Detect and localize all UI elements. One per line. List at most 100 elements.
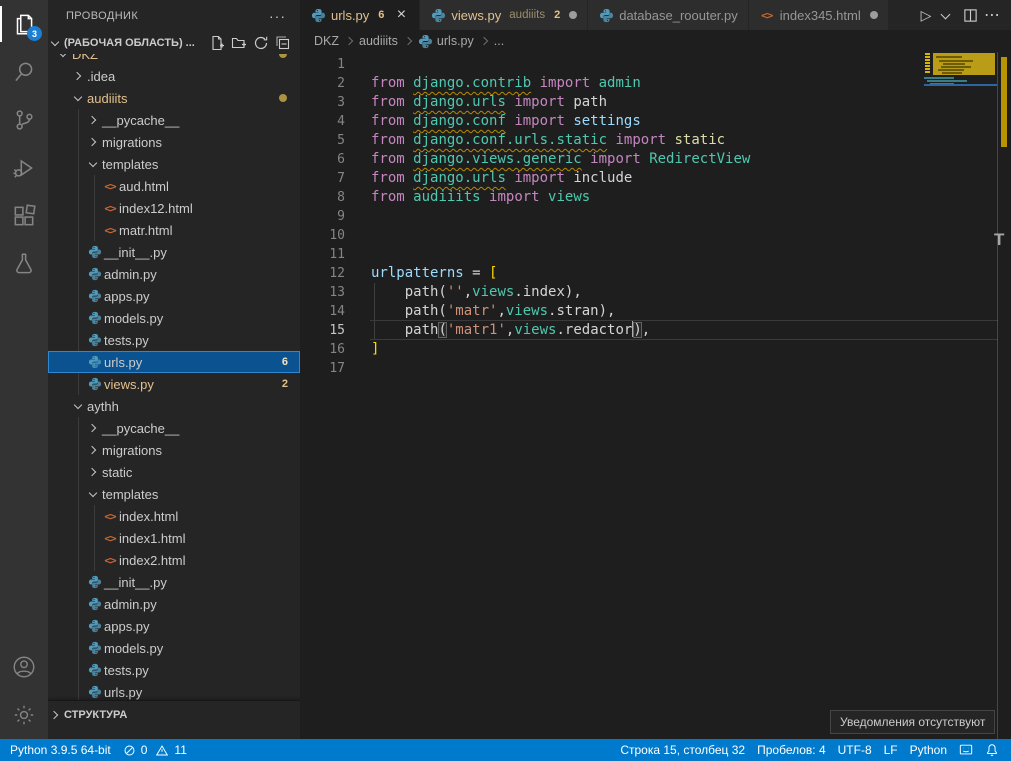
- line-number[interactable]: 14: [300, 302, 345, 321]
- tab-index345-html[interactable]: <> index345.html: [749, 0, 889, 30]
- tree-item-index1-html[interactable]: <>index1.html: [48, 527, 300, 549]
- tree-item-index-html[interactable]: <>index.html: [48, 505, 300, 527]
- tree-item-matr-html[interactable]: <>matr.html: [48, 219, 300, 241]
- sidebar-more-actions-icon[interactable]: ···: [265, 8, 290, 24]
- tree-item--init-py[interactable]: __init__.py: [48, 241, 300, 263]
- new-folder-icon[interactable]: [228, 33, 250, 53]
- line-number[interactable]: 17: [300, 359, 345, 378]
- tree-item-migrations[interactable]: migrations: [48, 439, 300, 461]
- breadcrumb-item[interactable]: urls.py: [437, 34, 474, 48]
- code-line-7[interactable]: 7from django.urls import include: [300, 169, 1011, 188]
- more-actions-icon[interactable]: [981, 4, 1003, 26]
- encoding-status[interactable]: UTF-8: [832, 739, 878, 761]
- line-number[interactable]: 8: [300, 188, 345, 207]
- code-line-13[interactable]: 13 path('',views.index),: [300, 283, 1011, 302]
- split-editor-icon[interactable]: [959, 4, 981, 26]
- code-editor[interactable]: 12from django.contrib import admin3from …: [300, 52, 1011, 739]
- feedback-smiley-icon[interactable]: [953, 739, 979, 761]
- line-number[interactable]: 12: [300, 264, 345, 283]
- tree-item-tests-py[interactable]: tests.py: [48, 659, 300, 681]
- tab-urls-py[interactable]: urls.py 6: [300, 0, 420, 30]
- line-number[interactable]: 10: [300, 226, 345, 245]
- close-icon[interactable]: [393, 7, 409, 23]
- tree-item-admin-py[interactable]: admin.py: [48, 593, 300, 615]
- run-python-file-icon[interactable]: [915, 4, 937, 26]
- explorer-icon[interactable]: 3: [0, 0, 48, 48]
- code-line-5[interactable]: 5from django.conf.urls.static import sta…: [300, 131, 1011, 150]
- code-line-10[interactable]: 10: [300, 226, 1011, 245]
- notifications-bell-icon[interactable]: [979, 739, 1005, 761]
- breadcrumb-item[interactable]: DKZ: [314, 34, 339, 48]
- tree-item-static[interactable]: static: [48, 461, 300, 483]
- testing-icon[interactable]: [0, 240, 48, 288]
- outline-section-header[interactable]: СТРУКТУРА: [48, 700, 300, 739]
- code-line-15[interactable]: 15 path('matr1',views.redactor),: [300, 321, 1011, 340]
- tree-item-index12-html[interactable]: <>index12.html: [48, 197, 300, 219]
- python-interpreter-status[interactable]: Python 3.9.5 64-bit: [4, 739, 117, 761]
- tree-item-templates[interactable]: templates: [48, 483, 300, 505]
- breadcrumb-item[interactable]: audiiits: [359, 34, 398, 48]
- tree-item--pycache-[interactable]: __pycache__: [48, 109, 300, 131]
- tree-item-tests-py[interactable]: tests.py: [48, 329, 300, 351]
- code-line-3[interactable]: 3from django.urls import path: [300, 93, 1011, 112]
- line-number[interactable]: 1: [300, 55, 345, 74]
- code-line-8[interactable]: 8from audiiits import views: [300, 188, 1011, 207]
- cursor-position-status[interactable]: Строка 15, столбец 32: [614, 739, 751, 761]
- minimap[interactable]: [924, 52, 997, 112]
- line-number[interactable]: 4: [300, 112, 345, 131]
- tree-item-urls-py[interactable]: urls.py6: [48, 351, 300, 373]
- code-line-11[interactable]: 11: [300, 245, 1011, 264]
- line-number[interactable]: 3: [300, 93, 345, 112]
- run-and-debug-icon[interactable]: [0, 144, 48, 192]
- eol-status[interactable]: LF: [878, 739, 904, 761]
- code-line-4[interactable]: 4from django.conf import settings: [300, 112, 1011, 131]
- tree-item--idea[interactable]: .idea: [48, 65, 300, 87]
- problems-status[interactable]: 0 11: [117, 739, 193, 761]
- code-line-14[interactable]: 14 path('matr',views.stran),: [300, 302, 1011, 321]
- code-line-6[interactable]: 6from django.views.generic import Redire…: [300, 150, 1011, 169]
- tree-item-dkz[interactable]: DKZ: [48, 54, 300, 65]
- tree-item-migrations[interactable]: migrations: [48, 131, 300, 153]
- refresh-icon[interactable]: [250, 33, 272, 53]
- source-control-icon[interactable]: [0, 96, 48, 144]
- tree-item--init-py[interactable]: __init__.py: [48, 571, 300, 593]
- indentation-status[interactable]: Пробелов: 4: [751, 739, 832, 761]
- tree-item-index2-html[interactable]: <>index2.html: [48, 549, 300, 571]
- language-mode-status[interactable]: Python: [904, 739, 953, 761]
- run-dropdown-chevron-icon[interactable]: [939, 8, 953, 22]
- code-line-9[interactable]: 9: [300, 207, 1011, 226]
- extensions-icon[interactable]: [0, 192, 48, 240]
- code-line-12[interactable]: 12urlpatterns = [: [300, 264, 1011, 283]
- account-icon[interactable]: [0, 643, 48, 691]
- tree-item-aythh[interactable]: aythh: [48, 395, 300, 417]
- tree-item-views-py[interactable]: views.py2: [48, 373, 300, 395]
- modified-dot-icon[interactable]: [569, 11, 577, 19]
- tree-item--pycache-[interactable]: __pycache__: [48, 417, 300, 439]
- line-number[interactable]: 7: [300, 169, 345, 188]
- line-number[interactable]: 2: [300, 74, 345, 93]
- tab-views-py[interactable]: views.py audiiits 2: [420, 0, 588, 30]
- settings-gear-icon[interactable]: [0, 691, 48, 739]
- tree-item-apps-py[interactable]: apps.py: [48, 615, 300, 637]
- new-file-icon[interactable]: [206, 33, 228, 53]
- tree-item-models-py[interactable]: models.py: [48, 637, 300, 659]
- tab-database-roouter-py[interactable]: database_roouter.py: [588, 0, 749, 30]
- line-number[interactable]: 11: [300, 245, 345, 264]
- tree-item-templates[interactable]: templates: [48, 153, 300, 175]
- code-line-17[interactable]: 17: [300, 359, 1011, 378]
- code-line-1[interactable]: 1: [300, 55, 1011, 74]
- tree-item-aud-html[interactable]: <>aud.html: [48, 175, 300, 197]
- workspace-section-header[interactable]: (РАБОЧАЯ ОБЛАСТЬ) ...: [48, 32, 300, 54]
- line-number[interactable]: 15: [300, 321, 345, 340]
- line-number[interactable]: 9: [300, 207, 345, 226]
- tree-item-audiiits[interactable]: audiiits: [48, 87, 300, 109]
- collapse-all-icon[interactable]: [272, 33, 294, 53]
- tree-item-admin-py[interactable]: admin.py: [48, 263, 300, 285]
- line-number[interactable]: 13: [300, 283, 345, 302]
- tree-item-urls-py[interactable]: urls.py: [48, 681, 300, 700]
- code-line-2[interactable]: 2from django.contrib import admin: [300, 74, 1011, 93]
- code-line-16[interactable]: 16]: [300, 340, 1011, 359]
- modified-dot-icon[interactable]: [870, 11, 878, 19]
- line-number[interactable]: 5: [300, 131, 345, 150]
- search-icon[interactable]: [0, 48, 48, 96]
